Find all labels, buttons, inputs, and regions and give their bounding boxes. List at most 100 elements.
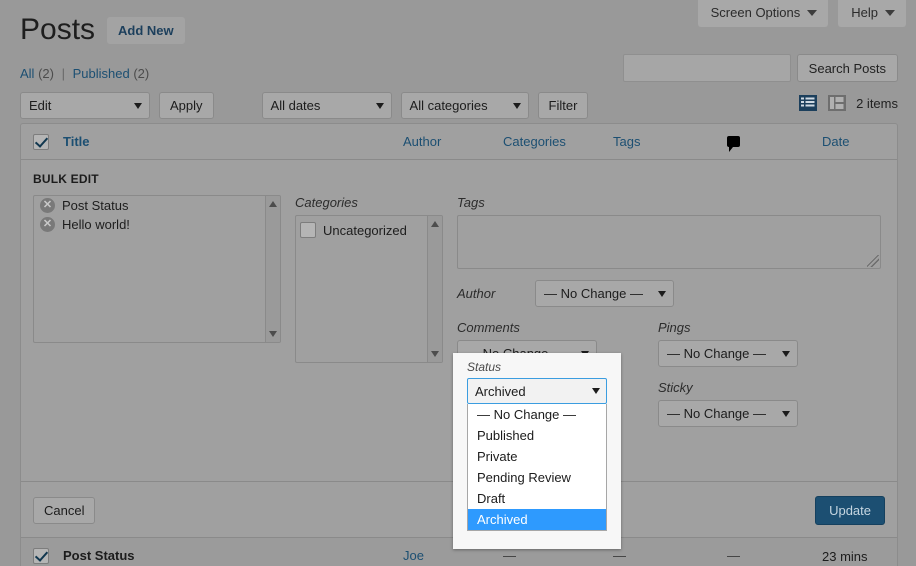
column-header-tags[interactable]: Tags [613, 134, 727, 149]
chevron-down-icon [134, 102, 142, 109]
sticky-field: Sticky — No Change — [658, 380, 798, 427]
category-filter-select[interactable]: All categories [400, 92, 529, 119]
row-date-relative: 23 mins [822, 549, 868, 564]
listbox-scrollbar[interactable] [265, 196, 280, 342]
filter-count-all: (2) [38, 66, 54, 81]
chevron-down-icon [782, 350, 790, 357]
author-select[interactable]: — No Change — [535, 280, 674, 307]
screen-meta-tabs: Screen Options Help [697, 0, 906, 27]
tags-textarea[interactable] [457, 215, 881, 269]
pings-label: Pings [658, 320, 691, 335]
column-header-date[interactable]: Date [822, 134, 897, 149]
chevron-down-icon [782, 410, 790, 417]
chevron-down-icon [658, 290, 666, 297]
filter-count-published: (2) [133, 66, 150, 81]
list-item: Uncategorized [300, 222, 438, 238]
comment-bubble-icon [727, 136, 740, 152]
column-header-title[interactable]: Title [63, 134, 403, 149]
scroll-down-icon[interactable] [269, 331, 277, 337]
resize-handle[interactable] [867, 255, 879, 267]
option-draft[interactable]: Draft [468, 488, 606, 509]
row-categories: — [503, 548, 516, 563]
row-author[interactable]: Joe [403, 548, 503, 566]
list-item: ✕ Hello world! [34, 215, 280, 234]
list-item: ✕ Post Status [34, 196, 280, 215]
pings-field: Pings — No Change — [658, 320, 798, 367]
row-checkbox[interactable] [33, 548, 49, 564]
sticky-label: Sticky [658, 380, 693, 395]
filter-link-published[interactable]: Published [73, 66, 130, 81]
status-dropdown-popup: Status Archived — No Change — Published … [453, 353, 621, 549]
search-posts-button[interactable]: Search Posts [796, 54, 898, 82]
status-select[interactable]: Archived [467, 378, 607, 404]
row-date: 23 mins ago Published [822, 548, 885, 566]
scroll-up-icon[interactable] [269, 201, 277, 207]
select-all-checkbox[interactable] [33, 133, 49, 150]
remove-x-icon[interactable]: ✕ [40, 217, 55, 232]
option-archived[interactable]: Archived [468, 509, 606, 530]
sticky-value: — No Change — [667, 406, 766, 421]
select-all-cell [33, 133, 63, 150]
categories-scrollbar[interactable] [427, 216, 442, 362]
scroll-up-icon[interactable] [431, 221, 439, 227]
status-selected-value: Archived [475, 383, 526, 399]
help-label: Help [851, 5, 878, 20]
column-header-categories[interactable]: Categories [503, 134, 613, 149]
search-input[interactable] [622, 54, 791, 82]
filter-link-all[interactable]: All [20, 66, 34, 81]
option-private[interactable]: Private [468, 446, 606, 467]
page-title: Posts [20, 13, 96, 46]
selected-post-title: Post Status [62, 198, 129, 213]
excerpt-view-icon[interactable] [827, 93, 847, 113]
chevron-down-icon [885, 9, 895, 16]
bulk-action-value: Edit [29, 98, 52, 113]
selected-posts-column: ✕ Post Status ✕ Hello world! [33, 195, 281, 343]
filter-button[interactable]: Filter [537, 92, 589, 119]
categories-label: Categories [295, 195, 358, 210]
apply-button[interactable]: Apply [159, 92, 214, 119]
author-label: Author [457, 286, 496, 301]
chevron-down-icon [375, 102, 384, 109]
update-button[interactable]: Update [815, 496, 885, 525]
sticky-select[interactable]: — No Change — [658, 400, 798, 427]
add-new-button[interactable]: Add New [107, 16, 185, 44]
row-title[interactable]: Post Status [63, 548, 403, 566]
scroll-down-icon[interactable] [431, 351, 439, 357]
comments-label: Comments [457, 320, 520, 335]
search-area: Search Posts [622, 54, 898, 82]
bulk-edit-heading: BULK EDIT [33, 172, 99, 186]
chevron-down-icon [807, 9, 818, 16]
list-view-icon[interactable] [798, 93, 818, 113]
option-pending-review[interactable]: Pending Review [468, 467, 606, 488]
author-value: — No Change — [544, 286, 643, 301]
categories-column: Categories Uncategorized [295, 195, 443, 363]
row-comments: — [727, 548, 740, 563]
row-select-cell [33, 548, 63, 566]
categories-checklist: Uncategorized [295, 215, 443, 363]
tags-label: Tags [457, 195, 485, 210]
column-header-author[interactable]: Author [403, 134, 503, 149]
selected-post-title: Hello world! [62, 217, 130, 232]
status-filter-links: All (2) | Published (2) [20, 66, 149, 81]
screen-options-button[interactable]: Screen Options [697, 0, 829, 27]
chevron-down-icon [512, 102, 521, 109]
option-published[interactable]: Published [468, 425, 606, 446]
items-count-label: 2 items [856, 95, 898, 111]
category-filter-value: All categories [409, 98, 488, 113]
pings-value: — No Change — [667, 346, 766, 361]
date-filter-value: All dates [270, 98, 321, 113]
filter-separator: | [61, 66, 65, 81]
column-header-comments[interactable] [727, 136, 822, 152]
page-heading: Posts Add New [20, 12, 185, 48]
bulk-action-select[interactable]: Edit [20, 92, 150, 119]
status-label: Status [467, 360, 502, 374]
author-field-row: Author — No Change — [457, 280, 885, 307]
pings-select[interactable]: — No Change — [658, 340, 798, 367]
remove-x-icon[interactable]: ✕ [40, 198, 55, 213]
help-button[interactable]: Help [838, 0, 906, 27]
date-filter-select[interactable]: All dates [261, 92, 392, 119]
category-checkbox-uncategorized[interactable] [300, 222, 316, 238]
option-no-change[interactable]: — No Change — [468, 404, 606, 425]
cancel-button[interactable]: Cancel [33, 497, 96, 524]
bulk-actions-toolbar: Edit Apply All dates All categories Filt… [20, 92, 589, 119]
